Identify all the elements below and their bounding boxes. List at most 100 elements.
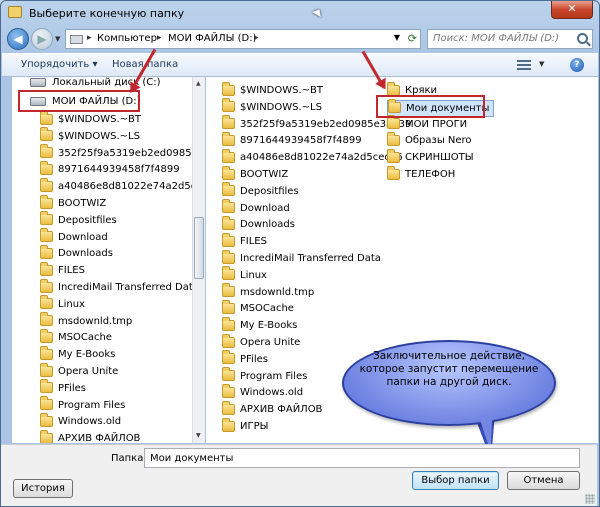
folder-item[interactable]: MSOCache xyxy=(222,299,294,318)
folder-item[interactable]: Downloads xyxy=(222,215,295,234)
folder-item[interactable]: BOOTWIZ xyxy=(40,194,106,213)
search-icon[interactable] xyxy=(577,33,588,44)
folder-item[interactable]: a40486e8d81022e74a2d5cec76 xyxy=(222,148,403,167)
folder-item[interactable]: msdownld.tmp xyxy=(222,283,314,302)
folder-item[interactable]: АРХИВ ФАЙЛОВ xyxy=(40,429,140,443)
folder-item[interactable]: Program Files xyxy=(222,367,307,386)
folder-item[interactable]: FILES xyxy=(40,261,85,280)
folder-item[interactable]: АРХИВ ФАЙЛОВ xyxy=(222,400,322,419)
folder-label: 8971644939458f7f4899 xyxy=(58,164,180,176)
folder-label: MSOCache xyxy=(240,303,294,315)
folder-item[interactable]: 8971644939458f7f4899 xyxy=(222,131,362,150)
breadcrumb-drive[interactable]: МОИ ФАЙЛЫ (D:) xyxy=(168,33,256,44)
folder-item[interactable]: Образы Nero xyxy=(387,131,472,150)
folder-item[interactable]: Opera Unite xyxy=(222,333,301,352)
mouse-cursor-icon xyxy=(312,6,324,18)
folder-label: Program Files xyxy=(58,399,126,411)
folder-icon xyxy=(40,110,53,125)
folder-item[interactable]: ТЕЛЕФОН xyxy=(387,165,455,184)
back-button[interactable]: ◀ xyxy=(7,28,29,50)
folder-item[interactable]: a40486e8d81022e74a2d5cec76 xyxy=(40,177,192,196)
folder-icon xyxy=(222,232,235,247)
folder-name-input[interactable] xyxy=(144,448,580,468)
scroll-up-icon[interactable]: ▲ xyxy=(196,80,201,87)
folder-icon xyxy=(40,194,53,209)
resize-grip-icon[interactable] xyxy=(585,494,595,504)
forward-button[interactable]: ▶ xyxy=(31,28,53,50)
folder-label: My E-Books xyxy=(240,320,298,332)
folder-item[interactable]: Downloads xyxy=(40,244,113,263)
cancel-button[interactable]: Отмена xyxy=(507,471,580,490)
folder-item[interactable]: MSOCache xyxy=(40,328,112,347)
toolbar: Упорядочить ▾ Новая папка ▼ ? xyxy=(2,53,598,77)
folder-label: Depositfiles xyxy=(58,214,117,226)
folder-label: My E-Books xyxy=(58,349,116,361)
window-title: Выберите конечную папку xyxy=(29,7,185,20)
folder-item[interactable]: СКРИНШОТЫ xyxy=(387,148,474,167)
history-dropdown-icon[interactable]: ▼ xyxy=(55,35,60,43)
folder-label: Linux xyxy=(58,298,85,310)
refresh-icon[interactable]: ⟳ xyxy=(408,32,417,45)
folder-item[interactable]: Program Files xyxy=(40,396,126,415)
scrollbar-thumb[interactable] xyxy=(194,217,204,279)
folder-icon xyxy=(40,127,53,142)
help-icon[interactable]: ? xyxy=(570,58,584,72)
folder-item[interactable]: Download xyxy=(222,199,290,218)
folder-item[interactable]: Download xyxy=(40,228,108,247)
folder-item[interactable]: Opera Unite xyxy=(40,362,118,381)
navigation-tree[interactable]: Локальный диск (C:) МОИ ФАЙЛЫ (D:) $WIND… xyxy=(12,77,192,443)
select-folder-button[interactable]: Выбор папки xyxy=(412,471,499,490)
folder-icon xyxy=(222,299,235,314)
search-input[interactable]: Поиск: МОИ ФАЙЛЫ (D:) xyxy=(433,33,559,44)
folder-item[interactable]: 352f25f9a5319eb2ed0985e3ab39 xyxy=(40,144,192,163)
folder-item[interactable]: 8971644939458f7f4899 xyxy=(40,160,180,179)
folder-item[interactable]: $WINDOWS.~BT xyxy=(222,81,323,100)
folder-icon xyxy=(222,165,235,180)
address-bar[interactable]: ▸ Компьютер ▸ МОИ ФАЙЛЫ (D:) ▸ ▼ ⟳ xyxy=(65,29,421,49)
folder-item[interactable]: Windows.old xyxy=(222,383,303,402)
folder-label: ИГРЫ xyxy=(240,421,269,432)
folder-icon xyxy=(222,316,235,331)
folder-item[interactable]: My E-Books xyxy=(222,316,298,335)
folder-item[interactable]: Depositfiles xyxy=(40,211,117,230)
folder-label: МОИ ПРОГИ xyxy=(405,118,468,130)
folder-icon xyxy=(40,177,53,192)
history-button[interactable]: История xyxy=(13,479,73,498)
folder-item[interactable]: $WINDOWS.~BT xyxy=(40,110,141,129)
folder-item[interactable]: МОИ ПРОГИ xyxy=(387,115,468,134)
folder-label: Linux xyxy=(240,269,267,281)
breadcrumb-computer[interactable]: Компьютер xyxy=(97,33,157,44)
folder-label: FILES xyxy=(58,265,85,277)
folder-icon xyxy=(222,148,235,163)
view-options-icon[interactable] xyxy=(517,58,533,72)
folder-item[interactable]: msdownld.tmp xyxy=(40,312,133,331)
folder-label: Download xyxy=(58,231,108,243)
folder-item[interactable]: BOOTWIZ xyxy=(222,165,288,184)
scroll-down-icon[interactable]: ▼ xyxy=(196,432,201,439)
folder-label: PFiles xyxy=(58,382,86,394)
chevron-right-icon[interactable]: ▸ xyxy=(87,33,92,43)
folder-label: Depositfiles xyxy=(240,185,299,197)
tree-scrollbar[interactable]: ▲ ▼ xyxy=(192,77,205,443)
folder-label: Opera Unite xyxy=(240,337,301,348)
folder-item[interactable]: $WINDOWS.~LS xyxy=(40,127,140,146)
chevron-right-icon[interactable]: ▸ xyxy=(254,33,259,43)
folder-icon xyxy=(40,295,53,310)
organize-button[interactable]: Упорядочить ▾ xyxy=(21,59,97,70)
view-dropdown-icon[interactable]: ▼ xyxy=(539,60,544,68)
folder-item[interactable]: Windows.old xyxy=(40,412,121,431)
folder-item[interactable]: FILES xyxy=(222,232,267,251)
folder-icon xyxy=(40,160,53,175)
folder-item[interactable]: $WINDOWS.~LS xyxy=(222,98,322,117)
chevron-right-icon[interactable]: ▸ xyxy=(157,33,162,43)
close-button[interactable]: ✕ xyxy=(551,1,593,19)
search-box[interactable]: Поиск: МОИ ФАЙЛЫ (D:) xyxy=(427,29,593,49)
folder-label: msdownld.tmp xyxy=(58,315,133,327)
folder-item[interactable]: My E-Books xyxy=(40,345,116,364)
folder-item[interactable]: IncrediMail Transferred Data xyxy=(40,278,192,297)
folder-item[interactable]: Depositfiles xyxy=(222,182,299,201)
address-dropdown-icon[interactable]: ▼ xyxy=(394,33,400,42)
folder-item[interactable]: ИГРЫ xyxy=(222,417,269,436)
folder-item[interactable]: 352f25f9a5319eb2ed0985e3ab39 xyxy=(222,115,411,134)
folder-item[interactable]: IncrediMail Transferred Data xyxy=(222,249,381,268)
